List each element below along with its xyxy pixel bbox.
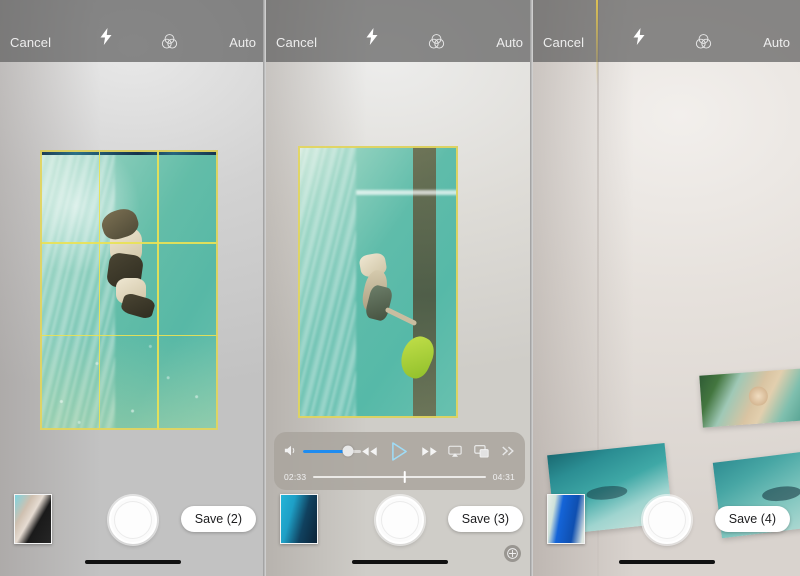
panel-divider (263, 0, 266, 576)
photo-foam (298, 146, 356, 418)
screenshot-root: Cancel Auto Save (2) Cancel Auto 02:33 0… (0, 0, 800, 576)
camera-panel-1: Cancel Auto Save (2) (0, 0, 266, 576)
camera-panel-2: Cancel Auto 02:33 04:31 Save (3) (266, 0, 533, 576)
shutter-button[interactable] (109, 496, 157, 544)
camera-viewport-2[interactable]: Cancel Auto 02:33 04:31 Save (3) (266, 0, 533, 576)
picture-in-picture-icon[interactable] (474, 444, 489, 458)
flash-bolt-icon[interactable] (359, 28, 385, 50)
camera-bottom-bar-3: Save (4) (533, 484, 800, 576)
save-button[interactable]: Save (2) (180, 506, 256, 532)
camera-viewport-3[interactable]: Cancel Auto Save (4) (533, 0, 800, 576)
scrub-bar[interactable] (313, 471, 486, 483)
last-capture-thumbnail[interactable] (14, 494, 52, 544)
detected-photo-1[interactable] (40, 150, 218, 430)
auto-mode-button[interactable]: Auto (229, 35, 256, 50)
video-player-controls[interactable]: 02:33 04:31 (274, 432, 525, 490)
photo-top-strip (40, 150, 218, 155)
last-capture-thumbnail[interactable] (547, 494, 585, 544)
camera-top-bar-3: Cancel Auto (533, 0, 800, 62)
airplay-icon[interactable] (448, 445, 462, 458)
volume-slider[interactable] (303, 445, 361, 457)
camera-bottom-bar-2: Save (3) (266, 484, 533, 576)
speaker-volume-icon[interactable] (284, 444, 298, 458)
total-time-label: 04:31 (492, 472, 515, 482)
scrub-bar-row[interactable]: 02:33 04:31 (284, 469, 515, 485)
camera-bottom-bar-1: Save (2) (0, 484, 266, 576)
shutter-button[interactable] (642, 496, 691, 544)
detection-guide-line (596, 0, 598, 86)
camera-top-bar-1: Cancel Auto (0, 0, 266, 62)
last-capture-thumbnail[interactable] (280, 494, 318, 544)
volume-fill (303, 449, 349, 453)
cancel-button[interactable]: Cancel (10, 35, 51, 50)
wall-photo-top[interactable] (699, 368, 800, 428)
shutter-button[interactable] (375, 496, 424, 544)
play-icon[interactable] (391, 441, 408, 461)
flash-bolt-icon[interactable] (93, 28, 119, 50)
cancel-button[interactable]: Cancel (543, 35, 584, 50)
scrub-handle[interactable] (403, 471, 406, 483)
flash-bolt-icon[interactable] (626, 28, 652, 50)
auto-mode-button[interactable]: Auto (763, 35, 790, 50)
camera-panel-3: Cancel Auto Save (4) (533, 0, 800, 576)
photo-waterline (355, 189, 458, 195)
camera-top-bar-2: Cancel Auto (266, 0, 533, 62)
chevron-double-right-icon[interactable] (501, 445, 515, 457)
color-filters-icon[interactable] (695, 33, 721, 50)
cancel-button[interactable]: Cancel (276, 35, 317, 50)
current-time-label: 02:33 (284, 472, 307, 482)
camera-viewport-1[interactable]: Cancel Auto Save (2) (0, 0, 266, 576)
detected-photo-2[interactable] (298, 146, 458, 418)
color-filters-icon[interactable] (161, 33, 187, 50)
color-filters-icon[interactable] (428, 33, 454, 50)
volume-control[interactable] (284, 444, 361, 458)
rewind-icon[interactable] (361, 446, 378, 457)
panel-divider (530, 0, 533, 576)
volume-knob[interactable] (342, 445, 354, 457)
save-button[interactable]: Save (4) (714, 506, 790, 532)
auto-mode-button[interactable]: Auto (496, 35, 523, 50)
save-button[interactable]: Save (3) (447, 506, 523, 532)
fast-forward-icon[interactable] (421, 446, 438, 457)
photo-sand (40, 334, 218, 430)
